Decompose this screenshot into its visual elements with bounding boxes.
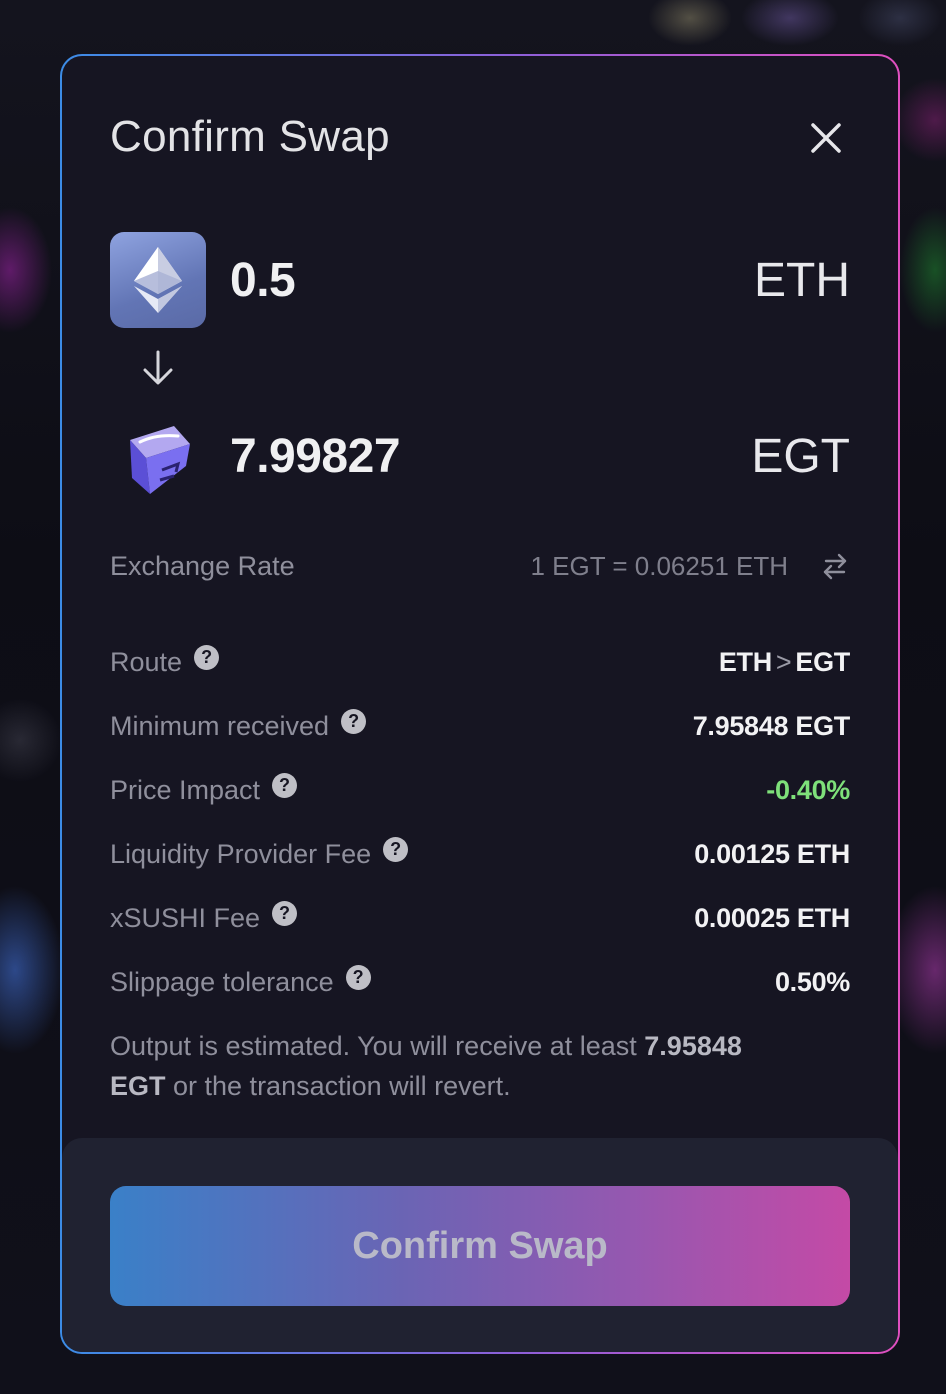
help-icon[interactable]: ? — [194, 644, 220, 670]
minimum-received-label: Minimum received ? — [110, 708, 367, 742]
help-icon[interactable]: ? — [272, 900, 298, 926]
modal-footer: Confirm Swap — [62, 1138, 898, 1352]
confirm-swap-modal: Confirm Swap 0.5 ETH 7.99827 EGT Exchang… — [60, 54, 900, 1354]
help-icon[interactable]: ? — [341, 708, 367, 734]
to-token-row: 7.99827 EGT — [110, 408, 850, 504]
detail-row-route: Route ? ETH > EGT — [110, 630, 850, 694]
ethereum-icon — [110, 232, 206, 328]
exchange-rate-row: Exchange Rate 1 EGT = 0.06251 ETH — [110, 546, 850, 586]
note-amount: 7.95848 — [644, 1031, 742, 1061]
from-token-row: 0.5 ETH — [110, 232, 850, 328]
route-from: ETH — [718, 646, 772, 677]
exchange-rate-label: Exchange Rate — [110, 550, 295, 581]
lp-fee-label-text: Liquidity Provider Fee — [110, 838, 372, 869]
route-separator: > — [775, 646, 792, 677]
detail-row-lp-fee: Liquidity Provider Fee ? 0.00125 ETH — [110, 822, 850, 886]
route-label: Route ? — [110, 644, 220, 678]
detail-row-xsushi-fee: xSUSHI Fee ? 0.00025 ETH — [110, 886, 850, 950]
from-symbol: ETH — [754, 253, 850, 307]
note-suffix: or the transaction will revert. — [165, 1071, 511, 1101]
from-amount: 0.5 — [230, 253, 296, 307]
detail-row-slippage: Slippage tolerance ? 0.50% — [110, 950, 850, 1014]
detail-row-minimum-received: Minimum received ? 7.95848 EGT — [110, 694, 850, 758]
slippage-label-text: Slippage tolerance — [110, 966, 334, 997]
confirm-swap-button[interactable]: Confirm Swap — [110, 1186, 850, 1306]
price-impact-label-text: Price Impact — [110, 774, 261, 805]
modal-title: Confirm Swap — [110, 112, 390, 161]
note-prefix: Output is estimated. You will receive at… — [110, 1031, 645, 1061]
to-amount: 7.99827 — [230, 429, 401, 483]
slippage-label: Slippage tolerance ? — [110, 964, 371, 998]
close-icon[interactable] — [806, 118, 846, 158]
minimum-received-value: 7.95848 EGT — [692, 710, 851, 741]
swap-details: Route ? ETH > EGT Minimum received ? 7.958… — [110, 630, 850, 1014]
arrow-down-icon — [140, 348, 176, 388]
price-impact-value: -0.40% — [766, 774, 850, 805]
xsushi-fee-label-text: xSUSHI Fee — [110, 902, 261, 933]
swap-rate-icon[interactable] — [820, 551, 850, 581]
egt-cube-icon — [110, 408, 206, 504]
detail-row-price-impact: Price Impact ? -0.40% — [110, 758, 850, 822]
help-icon[interactable]: ? — [383, 836, 409, 862]
route-value: ETH > EGT — [719, 647, 850, 678]
xsushi-fee-value: 0.00025 ETH — [694, 902, 850, 933]
xsushi-fee-label: xSUSHI Fee ? — [110, 900, 298, 934]
modal-body: Confirm Swap 0.5 ETH 7.99827 EGT Exchang… — [62, 56, 898, 1352]
help-icon[interactable]: ? — [272, 772, 298, 798]
route-label-text: Route — [110, 646, 183, 677]
help-icon[interactable]: ? — [345, 964, 371, 990]
estimate-note: Output is estimated. You will receive at… — [110, 1026, 802, 1106]
lp-fee-value: 0.00125 ETH — [694, 838, 850, 869]
slippage-value: 0.50% — [774, 966, 850, 997]
exchange-rate-value: 1 EGT = 0.06251 ETH — [530, 550, 789, 581]
note-symbol: EGT — [110, 1071, 166, 1101]
minimum-received-label-text: Minimum received — [110, 710, 330, 741]
route-to: EGT — [795, 646, 850, 677]
price-impact-label: Price Impact ? — [110, 772, 298, 806]
to-symbol: EGT — [751, 429, 850, 483]
lp-fee-label: Liquidity Provider Fee ? — [110, 836, 409, 870]
